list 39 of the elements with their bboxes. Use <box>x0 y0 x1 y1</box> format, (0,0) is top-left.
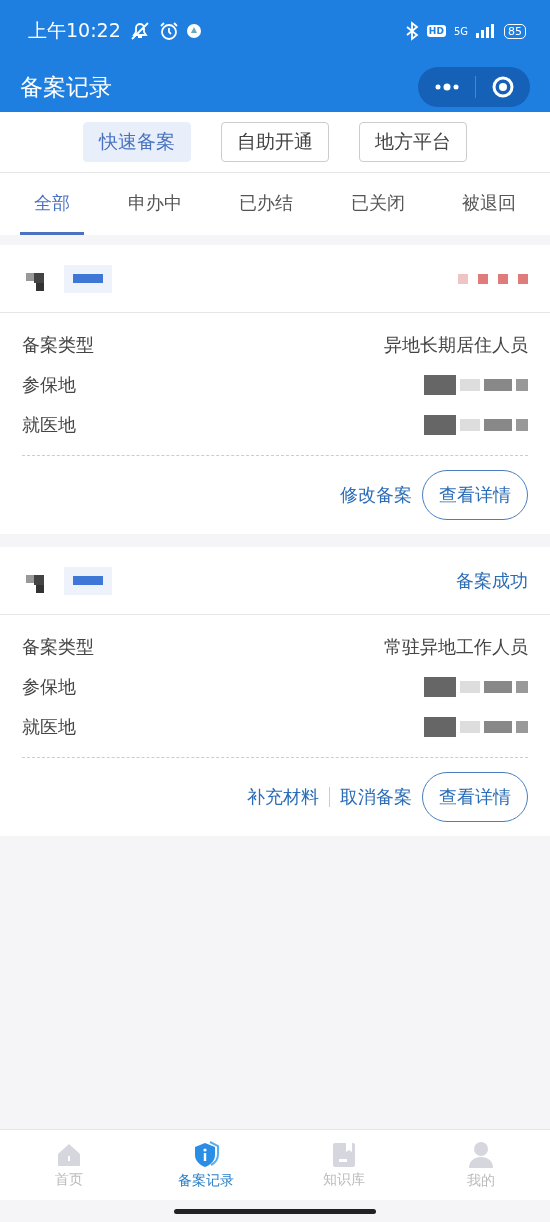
redacted-tag <box>64 264 112 293</box>
field-value: 异地长期居住人员 <box>384 333 528 357</box>
field-label: 参保地 <box>22 373 76 397</box>
status-tab[interactable]: 申办中 <box>113 173 196 235</box>
status-tab[interactable]: 已办结 <box>225 173 307 235</box>
status-tab[interactable]: 全部 <box>20 173 84 235</box>
action-link[interactable]: 补充材料 <box>247 785 319 809</box>
nav-item[interactable]: 备案记录 <box>137 1130 275 1200</box>
filter-button[interactable]: 地方平台 <box>359 122 467 162</box>
status-tab[interactable]: 已关闭 <box>336 173 419 235</box>
redacted-tag <box>64 566 112 595</box>
hd-badge: HD <box>426 25 446 37</box>
signal-icon <box>476 24 496 38</box>
field-label: 备案类型 <box>22 333 94 357</box>
action-link[interactable]: 取消备案 <box>340 785 412 809</box>
field-value: 常驻异地工作人员 <box>384 635 528 659</box>
field-label: 参保地 <box>22 675 76 699</box>
filter-button[interactable]: 自助开通 <box>221 122 329 162</box>
filter-button[interactable]: 快速备案 <box>83 122 191 162</box>
status-time: 上午10:22 <box>28 18 121 43</box>
field-label: 就医地 <box>22 413 76 437</box>
shield-info-icon <box>192 1140 221 1169</box>
bluetooth-icon <box>404 21 419 41</box>
battery-level: 85 <box>504 23 526 39</box>
more-icon[interactable] <box>433 83 460 91</box>
alarm-icon <box>158 21 179 41</box>
details-button[interactable]: 查看详情 <box>422 772 528 822</box>
person-icon <box>468 1140 495 1169</box>
details-button[interactable]: 查看详情 <box>422 470 528 520</box>
record-status: 备案成功 <box>456 568 528 593</box>
app-icon <box>186 24 201 38</box>
field-label: 备案类型 <box>22 635 94 659</box>
house-icon <box>55 1141 82 1168</box>
status-tab[interactable]: 被退回 <box>448 173 530 235</box>
field-label: 就医地 <box>22 715 76 739</box>
network-label: 5G <box>453 25 468 37</box>
action-link[interactable]: 修改备案 <box>340 483 412 507</box>
page-title: 备案记录 <box>20 72 113 102</box>
book-icon <box>331 1141 356 1168</box>
